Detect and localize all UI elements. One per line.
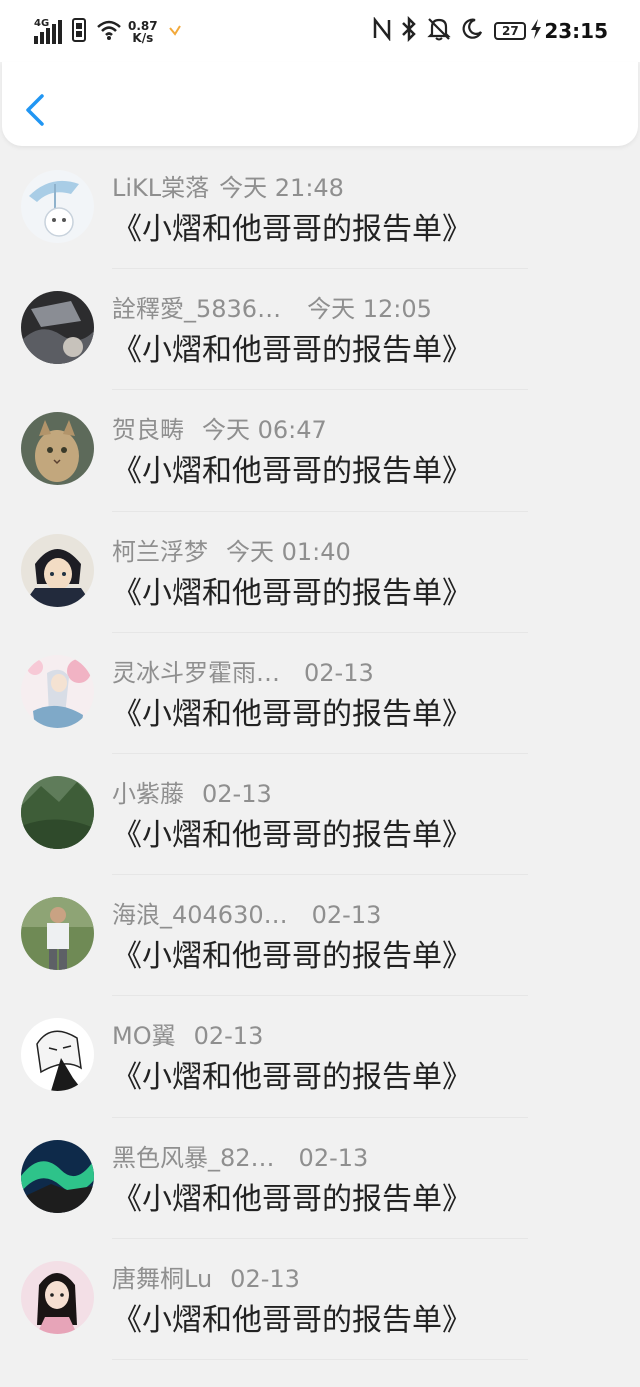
timestamp: 今天 01:40 bbox=[226, 537, 351, 566]
list-item[interactable]: 柯兰浮梦 今天 01:40 《小熠和他哥哥的报告单》 bbox=[0, 512, 640, 633]
timestamp: 今天 12:05 bbox=[307, 295, 432, 324]
speed-unit: K/s bbox=[132, 31, 154, 45]
list-item[interactable]: 贺良畴 今天 06:47 《小熠和他哥哥的报告单》 bbox=[0, 390, 640, 512]
battery-indicator: 27 bbox=[494, 22, 527, 40]
comment-meta: MO翼 02-13 bbox=[112, 1016, 263, 1051]
avatar[interactable] bbox=[21, 897, 94, 971]
timestamp: 02-13 bbox=[202, 779, 272, 808]
net-speed: 0.87 K/s bbox=[128, 20, 158, 44]
nfc-icon bbox=[372, 16, 392, 45]
timestamp: 02-13 bbox=[304, 658, 374, 687]
status-bar: 4G 0.87 K/s 27 23:15 bbox=[0, 0, 640, 62]
bluetooth-icon bbox=[400, 15, 418, 46]
avatar[interactable] bbox=[21, 291, 94, 365]
list-item[interactable]: MO翼 02-13 《小熠和他哥哥的报告单》 bbox=[0, 996, 640, 1118]
item-title[interactable]: 《小熠和他哥哥的报告单》 bbox=[112, 1295, 472, 1339]
moon-icon bbox=[460, 17, 484, 45]
username[interactable]: 黑色风暴_82… bbox=[112, 1144, 275, 1172]
status-left: 4G 0.87 K/s bbox=[34, 18, 182, 46]
username[interactable]: 唐舞桐Lu bbox=[112, 1265, 212, 1293]
item-title[interactable]: 《小熠和他哥哥的报告单》 bbox=[112, 1052, 472, 1096]
timestamp: 今天 06:47 bbox=[202, 416, 327, 445]
avatar[interactable] bbox=[21, 1018, 94, 1092]
wifi-icon bbox=[96, 19, 122, 45]
item-title[interactable]: 《小熠和他哥哥的报告单》 bbox=[112, 325, 472, 369]
back-button[interactable] bbox=[22, 92, 50, 128]
timestamp: 02-13 bbox=[193, 1022, 264, 1051]
timestamp: 02-13 bbox=[298, 1143, 369, 1172]
item-title[interactable]: 《小熠和他哥哥的报告单》 bbox=[112, 568, 472, 612]
item-title[interactable]: 《小熠和他哥哥的报告单》 bbox=[112, 931, 472, 975]
item-title[interactable]: 《小熠和他哥哥的报告单》 bbox=[112, 204, 472, 248]
avatar[interactable] bbox=[21, 1260, 94, 1334]
list-item[interactable]: 唐舞桐Lu 02-13 《小熠和他哥哥的报告单》 bbox=[0, 1239, 640, 1360]
item-title[interactable]: 《小熠和他哥哥的报告单》 bbox=[112, 446, 472, 490]
signal-icon: 4G bbox=[34, 18, 64, 44]
chevron-left-icon bbox=[26, 94, 44, 126]
item-title[interactable]: 《小熠和他哥哥的报告单》 bbox=[112, 689, 472, 733]
timestamp: 02-13 bbox=[230, 1264, 300, 1293]
comment-meta: LiKL棠落 今天 21:48 bbox=[112, 168, 344, 203]
comment-meta: 唐舞桐Lu 02-13 bbox=[112, 1259, 300, 1294]
notification-icon bbox=[168, 23, 182, 42]
avatar[interactable] bbox=[21, 170, 94, 243]
timestamp: 02-13 bbox=[311, 901, 382, 930]
avatar[interactable] bbox=[21, 654, 94, 728]
username[interactable]: 海浪_404630… bbox=[112, 901, 288, 929]
username[interactable]: 柯兰浮梦 bbox=[112, 538, 208, 566]
avatar[interactable] bbox=[21, 412, 94, 486]
avatar[interactable] bbox=[21, 1139, 94, 1213]
sim-icon bbox=[72, 18, 86, 46]
list-item[interactable]: 小紫藤 02-13 《小熠和他哥哥的报告单》 bbox=[0, 754, 640, 876]
list-item[interactable]: 海浪_404630… 02-13 《小熠和他哥哥的报告单》 bbox=[0, 875, 640, 997]
comment-meta: 海浪_404630… 02-13 bbox=[112, 895, 381, 930]
comment-meta: 柯兰浮梦 今天 01:40 bbox=[112, 532, 351, 567]
list-item[interactable]: 詮釋愛_5836… 今天 12:05 《小熠和他哥哥的报告单》 bbox=[0, 269, 640, 391]
avatar[interactable] bbox=[21, 533, 94, 607]
header-bar bbox=[2, 62, 638, 146]
list-item[interactable]: 灵冰斗罗霍雨… 02-13 《小熠和他哥哥的报告单》 bbox=[0, 633, 640, 754]
list-item[interactable]: LiKL棠落 今天 21:48 《小熠和他哥哥的报告单》 bbox=[0, 148, 640, 270]
comment-meta: 灵冰斗罗霍雨… 02-13 bbox=[112, 653, 374, 688]
list-item[interactable]: 黑色风暴_82… 02-13 《小熠和他哥哥的报告单》 bbox=[0, 1118, 640, 1239]
item-title[interactable]: 《小熠和他哥哥的报告单》 bbox=[112, 1174, 472, 1218]
comment-list: LiKL棠落 今天 21:48 《小熠和他哥哥的报告单》 詮釋愛_5836… 今天 … bbox=[0, 148, 640, 1360]
username[interactable]: 灵冰斗罗霍雨… bbox=[112, 659, 280, 687]
clock: 23:15 bbox=[544, 19, 608, 43]
username[interactable]: 詮釋愛_5836… bbox=[112, 295, 281, 323]
mute-icon bbox=[426, 16, 452, 46]
username[interactable]: LiKL棠落 bbox=[112, 174, 209, 202]
comment-meta: 小紫藤 02-13 bbox=[112, 774, 272, 809]
username[interactable]: MO翼 bbox=[112, 1022, 176, 1050]
timestamp: 今天 21:48 bbox=[219, 174, 344, 202]
comment-meta: 黑色风暴_82… 02-13 bbox=[112, 1138, 368, 1173]
avatar[interactable] bbox=[21, 775, 94, 849]
status-right: 27 23:15 bbox=[372, 15, 608, 46]
charging-icon bbox=[530, 19, 542, 43]
divider bbox=[112, 1358, 528, 1360]
comment-meta: 詮釋愛_5836… 今天 12:05 bbox=[112, 289, 432, 324]
comment-meta: 贺良畴 今天 06:47 bbox=[112, 410, 327, 445]
item-title[interactable]: 《小熠和他哥哥的报告单》 bbox=[112, 810, 472, 854]
username[interactable]: 小紫藤 bbox=[112, 780, 184, 808]
username[interactable]: 贺良畴 bbox=[112, 416, 184, 444]
